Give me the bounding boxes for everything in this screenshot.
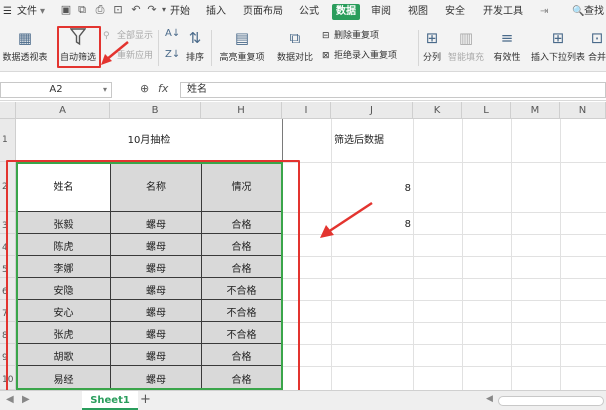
save-icon[interactable]: ▣ <box>60 4 72 16</box>
column-header-k[interactable]: K <box>413 102 462 119</box>
column-header-a[interactable]: A <box>16 102 110 119</box>
delete-duplicates-button[interactable]: 删除重复项 <box>334 29 379 43</box>
split-button[interactable]: ⊞ 分列 <box>420 26 444 70</box>
grid-line <box>511 119 512 390</box>
name-box[interactable]: A2 ▾ <box>0 82 112 98</box>
dropdown-list-icon: ⊞ <box>551 29 565 47</box>
ribbon-separator <box>418 30 419 66</box>
column-header-j[interactable]: J <box>331 102 413 119</box>
compare-icon: ⧉ <box>289 29 301 47</box>
menu-insert[interactable]: 插入 <box>206 4 226 20</box>
grid-line <box>560 119 561 390</box>
tab-sheet1[interactable]: Sheet1 <box>82 391 138 410</box>
grid-line <box>462 119 463 390</box>
prev-sheet-icon[interactable]: ◀ <box>6 394 14 405</box>
merge-icon: ⊡ <box>590 29 604 47</box>
menu-data[interactable]: 数据 <box>332 4 360 20</box>
delete-dup-icon: ⊟ <box>322 31 330 41</box>
menu-bar: ☰ 文件 ▾ ▣ ⧉ ⎙ ⊡ ↶ ↷ ▾ 开始 插入 页面布局 公式 数据 审阅… <box>0 0 606 24</box>
highlight-duplicates-button[interactable]: ▤ 高亮重复项 <box>214 26 270 70</box>
spreadsheet-app: ☰ 文件 ▾ ▣ ⧉ ⎙ ⊡ ↶ ↷ ▾ 开始 插入 页面布局 公式 数据 审阅… <box>0 0 606 410</box>
smart-fill-icon: ▥ <box>458 29 474 47</box>
menu-start[interactable]: 开始 <box>170 4 190 20</box>
annotation-arrow <box>320 201 373 238</box>
sort-icon: ⇅ <box>188 29 202 47</box>
grid-line <box>413 119 414 390</box>
validity-icon: ≡ <box>500 29 514 47</box>
highlight-icon: ▤ <box>234 29 250 47</box>
export-icon[interactable]: ⧉ <box>76 4 88 16</box>
redo-icon[interactable]: ↷ <box>146 4 158 16</box>
autofilter-highlight <box>57 26 101 68</box>
menu-security[interactable]: 安全 <box>445 4 465 20</box>
smart-fill-button[interactable]: ▥ 智能填充 <box>446 26 486 70</box>
undo-icon[interactable]: ↶ <box>130 4 142 16</box>
menu-icon[interactable]: ☰ <box>3 4 12 20</box>
search-icon[interactable]: 🔍 <box>572 4 584 20</box>
preview-icon[interactable]: ⊡ <box>112 4 124 16</box>
more-icon[interactable]: ⇥ <box>540 4 548 20</box>
annotation-arrow <box>101 41 129 65</box>
chevron-down-icon[interactable]: ▾ <box>103 83 107 97</box>
sheet-title[interactable]: 10月抽检 <box>16 119 282 162</box>
validity-button[interactable]: ≡ 有效性 <box>488 26 526 70</box>
data-compare-button[interactable]: ⧉ 数据对比 <box>272 26 318 70</box>
pivot-table-button[interactable]: ▦ 数据透视表 <box>0 26 50 70</box>
scroll-left-icon[interactable]: ◀ <box>486 394 493 404</box>
row-header-1[interactable]: 1 <box>0 119 16 162</box>
menu-view[interactable]: 视图 <box>408 4 428 20</box>
ribbon-separator <box>211 30 212 66</box>
cell-reference: A2 <box>49 84 63 95</box>
column-header-n[interactable]: N <box>560 102 606 119</box>
next-sheet-icon[interactable]: ▶ <box>22 394 30 405</box>
column-header-m[interactable]: M <box>511 102 560 119</box>
chevron-down-icon[interactable]: ▾ <box>40 4 45 20</box>
horizontal-scrollbar[interactable] <box>498 396 604 406</box>
add-sheet-icon[interactable]: + <box>140 392 151 407</box>
chevron-down-icon[interactable]: ▾ <box>158 4 170 16</box>
print-icon[interactable]: ⎙ <box>94 4 106 16</box>
filtered-count-1[interactable]: 8 <box>331 180 411 198</box>
menu-file[interactable]: 文件 <box>17 4 37 20</box>
menu-review[interactable]: 审阅 <box>371 4 391 20</box>
search-label[interactable]: 查找 <box>584 4 604 20</box>
formula-input[interactable]: 姓名 <box>180 82 606 98</box>
menu-formula[interactable]: 公式 <box>299 4 319 20</box>
column-header-i[interactable]: I <box>282 102 331 119</box>
column-header-l[interactable]: L <box>462 102 511 119</box>
formula-content: 姓名 <box>187 84 207 95</box>
sheet-bar: ◀ ▶ Sheet1 + ◀ <box>0 390 606 410</box>
zoom-icon[interactable]: ⊕ <box>140 82 149 95</box>
column-header-b[interactable]: B <box>110 102 201 119</box>
column-header-h[interactable]: H <box>201 102 282 119</box>
ribbon-separator <box>158 30 159 66</box>
table-highlight <box>6 160 300 400</box>
pivot-table-icon: ▦ <box>17 29 33 47</box>
reject-duplicates-button[interactable]: 拒绝录入重复项 <box>334 49 397 63</box>
fx-label[interactable]: fx <box>158 82 168 95</box>
sort-button[interactable]: ⇅ 排序 <box>181 26 209 70</box>
split-icon: ⊞ <box>425 29 439 47</box>
reject-dup-icon: ⊠ <box>322 51 330 61</box>
merge-button[interactable]: ⊡ 合并 <box>588 26 606 70</box>
menu-developer[interactable]: 开发工具 <box>483 4 523 20</box>
insert-dropdown-button[interactable]: ⊞ 插入下拉列表 <box>530 26 586 70</box>
select-all-corner[interactable] <box>0 102 16 119</box>
sort-desc-icon[interactable]: Z↓ <box>165 48 180 62</box>
filtered-data-label[interactable]: 筛选后数据 <box>331 119 413 162</box>
menu-page-layout[interactable]: 页面布局 <box>243 4 283 20</box>
formula-bar: A2 ▾ ⊕ fx 姓名 <box>0 79 606 101</box>
sort-asc-icon[interactable]: A↓ <box>165 27 180 41</box>
